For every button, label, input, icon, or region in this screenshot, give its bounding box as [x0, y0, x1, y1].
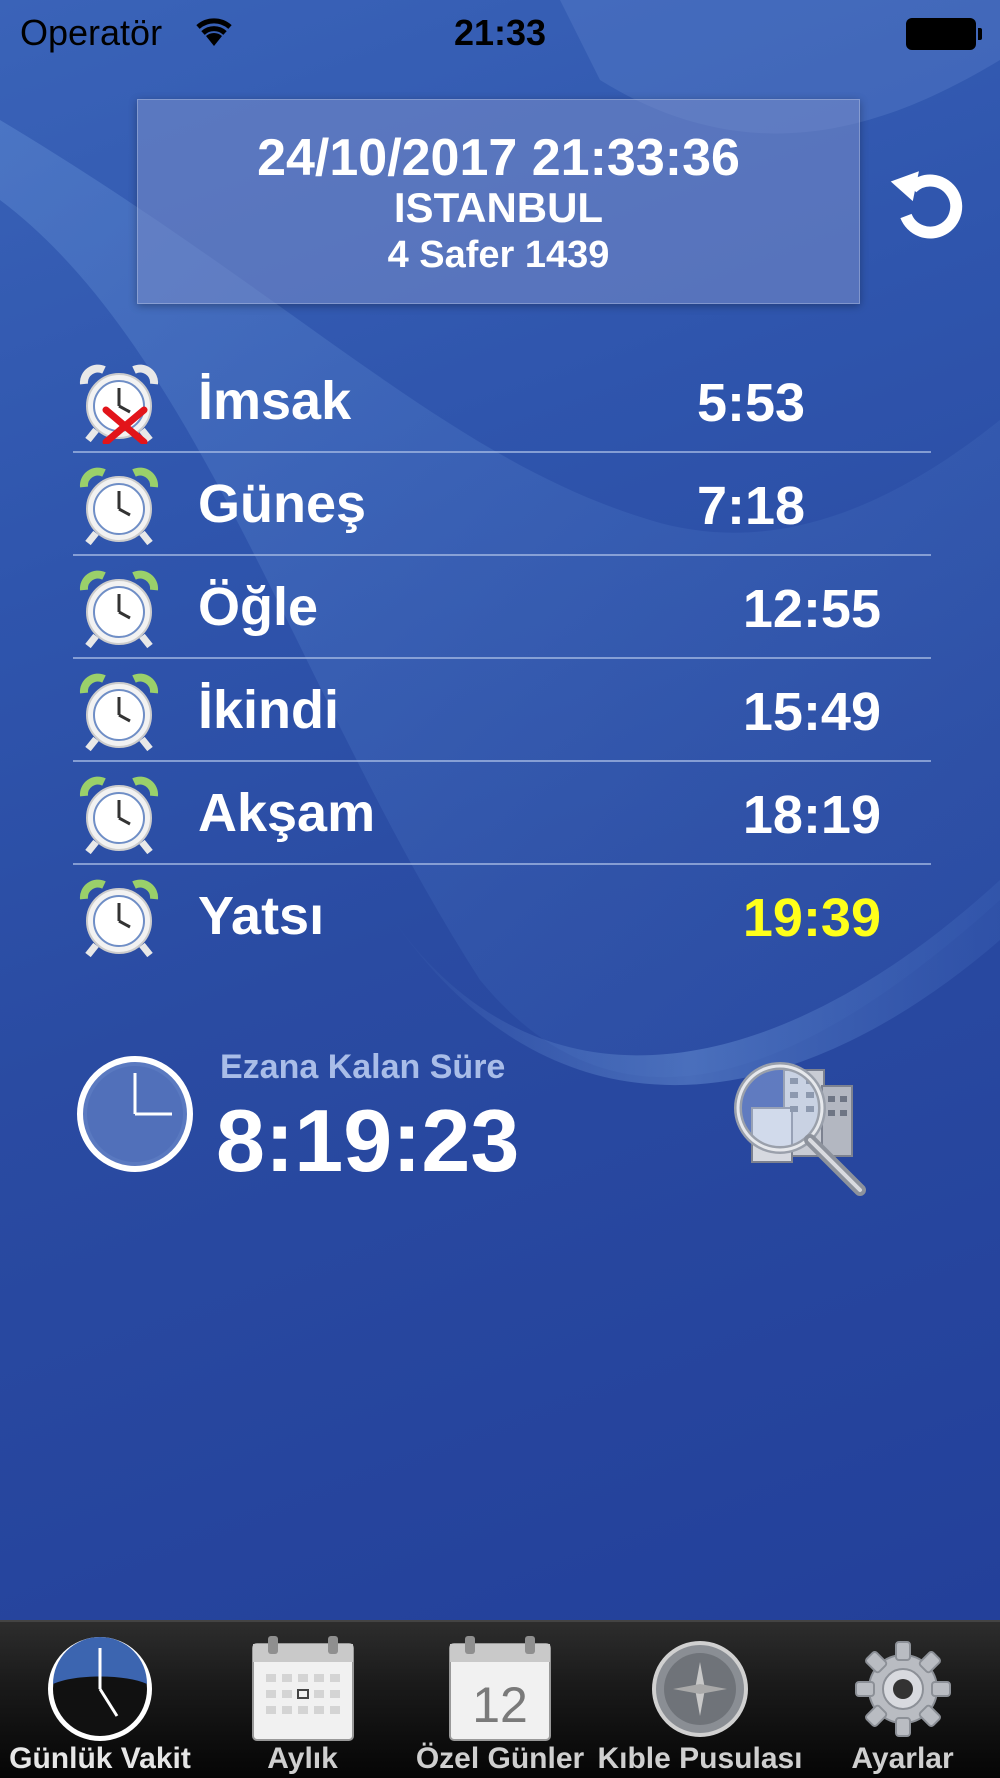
tab-bar: Günlük Vakit Aylık 12 Özel Günler Kıble …	[0, 1620, 1000, 1778]
alarm-clock-icon[interactable]	[78, 776, 160, 856]
prayer-time: 5:53	[696, 373, 806, 433]
countdown-label: Ezana Kalan Süre	[220, 1048, 506, 1086]
prayer-name: İkindi	[198, 680, 340, 740]
compass-icon	[652, 1641, 748, 1737]
tab-label: Günlük Vakit	[9, 1742, 191, 1775]
prayer-row-aksam[interactable]: Akşam 18:19	[73, 762, 931, 865]
prayer-row-ikindi[interactable]: İkindi 15:49	[73, 659, 931, 762]
prayer-time: 15:49	[742, 682, 881, 742]
status-time: 21:33	[453, 12, 547, 53]
refresh-icon[interactable]	[890, 164, 970, 244]
tab-gunluk-vakit[interactable]: Günlük Vakit	[0, 1622, 200, 1778]
alarm-clock-icon[interactable]	[78, 570, 160, 650]
daily-clock-icon	[48, 1637, 152, 1741]
tab-ayarlar[interactable]: Ayarlar	[805, 1622, 1000, 1778]
current-datetime: 24/10/2017 21:33:36	[257, 129, 740, 187]
prayer-row-ogle[interactable]: Öğle 12:55	[73, 556, 931, 659]
tab-label: Ayarlar	[851, 1742, 954, 1775]
gear-icon	[854, 1641, 951, 1737]
tab-ozel-gunler[interactable]: 12 Özel Günler	[405, 1622, 595, 1778]
countdown-value: 8:19:23	[216, 1091, 520, 1190]
special-days-calendar-icon: 12	[449, 1636, 551, 1741]
tab-kible-pusulasi[interactable]: Kıble Pusulası	[595, 1622, 805, 1778]
monthly-calendar-icon	[251, 1636, 354, 1741]
prayer-row-imsak[interactable]: İmsak 5:53	[73, 350, 931, 453]
prayer-name: Yatsı	[198, 886, 325, 946]
tab-label: Aylık	[267, 1742, 338, 1775]
alarm-off-icon[interactable]	[78, 364, 160, 444]
alarm-clock-icon[interactable]	[78, 879, 160, 959]
prayer-time: 7:18	[696, 476, 806, 536]
tab-aylik[interactable]: Aylık	[200, 1622, 405, 1778]
prayer-time: 18:19	[742, 785, 881, 845]
search-city-icon[interactable]	[722, 1048, 872, 1198]
prayer-name: Akşam	[198, 783, 376, 843]
alarm-clock-icon[interactable]	[78, 673, 160, 753]
hijri-date: 4 Safer 1439	[387, 234, 610, 276]
city-name: ISTANBUL	[393, 184, 604, 231]
prayer-row-yatsi[interactable]: Yatsı 19:39	[73, 865, 931, 968]
prayer-name: Güneş	[198, 474, 367, 534]
tab-label: Özel Günler	[415, 1742, 585, 1775]
prayer-name: İmsak	[198, 371, 352, 431]
prayer-name: Öğle	[198, 577, 319, 637]
date-location-panel: 24/10/2017 21:33:36 ISTANBUL 4 Safer 143…	[137, 99, 860, 304]
alarm-clock-icon[interactable]	[78, 467, 160, 547]
battery-icon	[906, 18, 982, 50]
prayer-times-list: İmsak 5:53 Güneş 7:18 Öğle 12:55 İkindi …	[73, 350, 931, 968]
status-bar: Operatör 21:33	[0, 0, 1000, 70]
prayer-row-gunes[interactable]: Güneş 7:18	[73, 453, 931, 556]
prayer-time: 12:55	[742, 579, 881, 639]
prayer-time-highlighted: 19:39	[742, 888, 881, 948]
svg-text:12: 12	[472, 1677, 528, 1733]
clock-icon	[77, 1056, 193, 1172]
tab-label: Kıble Pusulası	[597, 1742, 803, 1775]
